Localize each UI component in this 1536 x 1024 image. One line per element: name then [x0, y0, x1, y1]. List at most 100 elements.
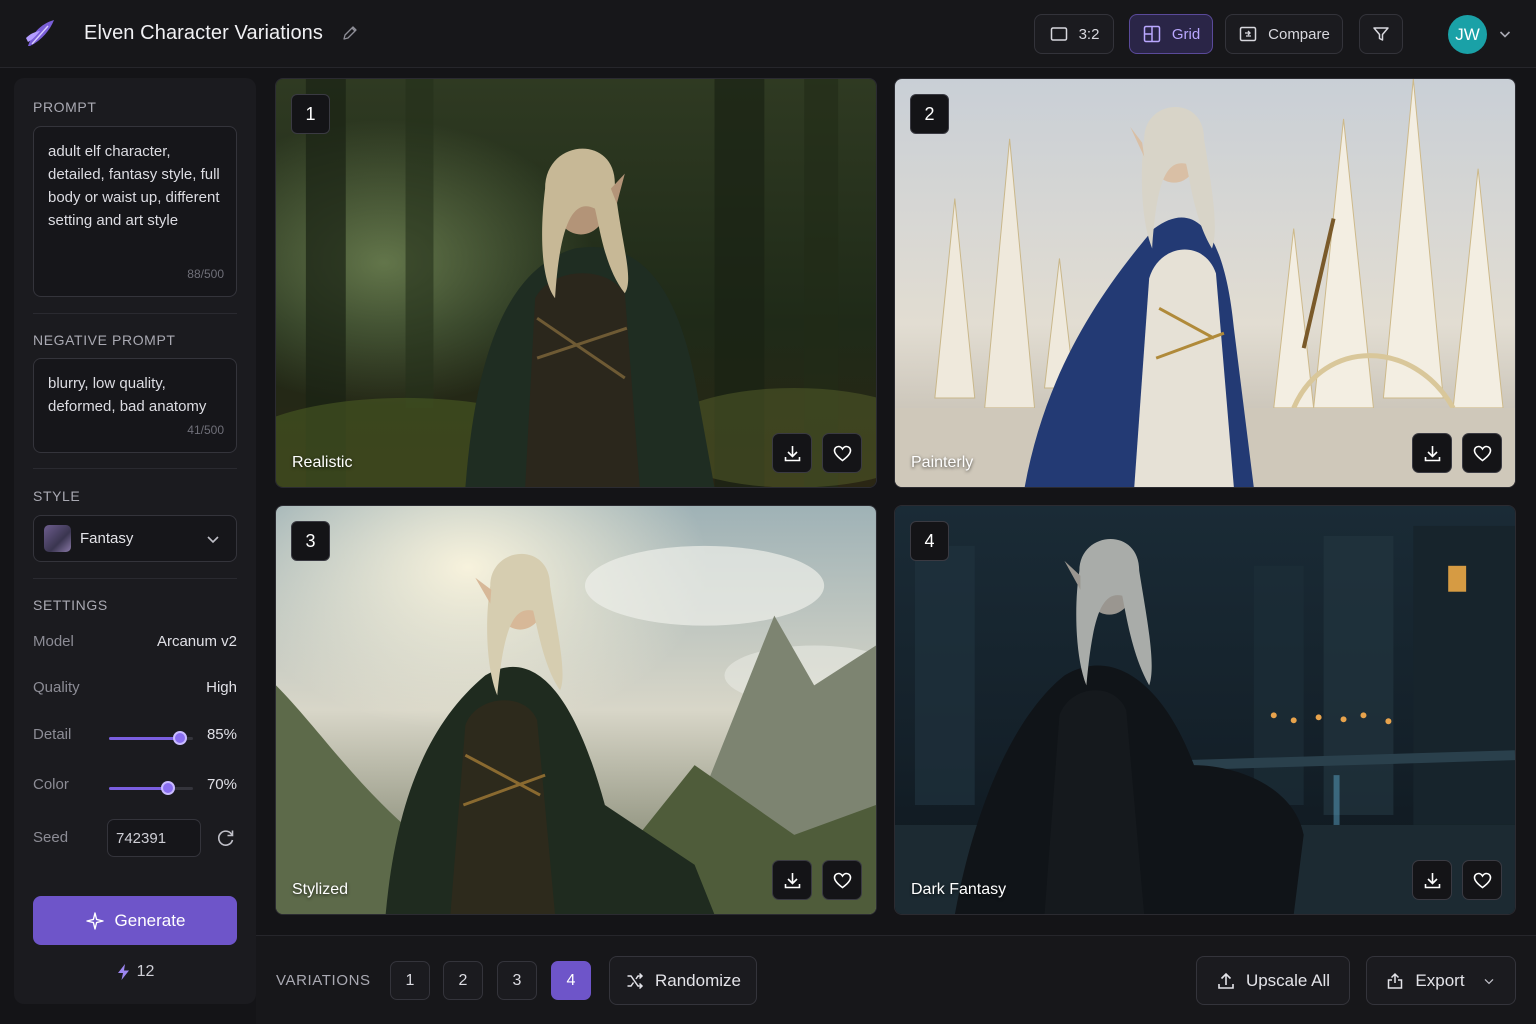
detail-slider-fill	[109, 737, 181, 740]
divider	[33, 578, 237, 579]
variation-button-4[interactable]: 4	[551, 961, 591, 1000]
chevron-down-icon	[1484, 978, 1494, 984]
image-number-badge: 4	[910, 521, 949, 561]
prompt-textarea[interactable]: adult elf character, detailed, fantasy s…	[33, 126, 237, 297]
generate-label: Generate	[114, 910, 186, 930]
project-title: Elven Character Variations	[84, 22, 324, 44]
image-style-caption: Painterly	[911, 454, 974, 471]
filter-button[interactable]	[1359, 14, 1403, 54]
image-style-caption: Realistic	[292, 454, 353, 471]
heart-icon	[1473, 445, 1491, 461]
export-label: Export	[1415, 970, 1465, 990]
model-label: Model	[33, 633, 74, 650]
app-logo-icon[interactable]	[22, 16, 58, 52]
seed-label: Seed	[33, 829, 69, 846]
image-number-badge: 1	[291, 94, 330, 134]
style-thumbnail	[44, 525, 71, 552]
compare-button[interactable]: Compare	[1225, 14, 1343, 54]
image-card-1[interactable]: 1 Realistic	[275, 78, 877, 488]
sparkle-icon	[85, 911, 104, 930]
user-avatar[interactable]: JW	[1448, 15, 1487, 54]
image-card-4[interactable]: 4 Dark Fantasy	[894, 505, 1516, 915]
export-button[interactable]: Export	[1366, 956, 1516, 1005]
image-number-badge: 2	[910, 94, 949, 134]
detail-slider-handle[interactable]	[173, 731, 188, 745]
color-slider-fill	[109, 787, 168, 790]
download-icon	[1424, 872, 1440, 888]
color-label: Color	[33, 776, 69, 793]
divider	[33, 313, 237, 314]
style-select-value: Fantasy	[80, 530, 134, 547]
color-slider-handle[interactable]	[160, 781, 175, 795]
seed-input[interactable]	[107, 819, 201, 857]
shuffle-icon	[627, 972, 644, 989]
aspect-ratio-icon	[1050, 27, 1067, 41]
color-row: Color 70%	[33, 776, 237, 800]
aspect-ratio-label: 3:2	[1078, 25, 1100, 43]
favorite-button[interactable]	[822, 860, 862, 900]
randomize-button[interactable]: Randomize	[609, 956, 757, 1005]
settings-label: SETTINGS	[33, 597, 108, 613]
randomize-label: Randomize	[655, 970, 741, 990]
style-label: STYLE	[33, 488, 81, 504]
heart-icon	[833, 872, 851, 888]
compare-icon	[1239, 26, 1257, 42]
variations-bar: VARIATIONS 1 2 3 4 Randomize Upscale All…	[256, 935, 1536, 1024]
variation-button-3[interactable]: 3	[497, 961, 537, 1000]
upscale-all-button[interactable]: Upscale All	[1196, 956, 1350, 1005]
aspect-ratio-button[interactable]: 3:2	[1034, 14, 1114, 54]
generated-image-stylized	[276, 506, 876, 914]
quality-value: High	[206, 679, 237, 696]
image-card-3[interactable]: 3 Stylized	[275, 505, 877, 915]
download-icon	[784, 445, 800, 461]
filter-icon	[1373, 27, 1389, 41]
upload-icon	[1218, 972, 1234, 989]
variation-button-2[interactable]: 2	[443, 961, 483, 1000]
lightning-bolt-icon	[117, 964, 129, 980]
download-button[interactable]	[1412, 433, 1452, 473]
download-button[interactable]	[1412, 860, 1452, 900]
generated-image-painterly	[895, 79, 1515, 487]
randomize-seed-refresh-icon[interactable]	[215, 827, 237, 849]
app-header: Elven Character Variations 3:2 Grid Comp…	[0, 0, 1536, 68]
negative-prompt-textarea[interactable]: blurry, low quality, deformed, bad anato…	[33, 358, 237, 453]
negative-prompt-text: blurry, low quality, deformed, bad anato…	[48, 375, 207, 415]
edit-title-pencil-icon[interactable]	[341, 24, 359, 42]
credits-indicator: 12	[14, 963, 256, 981]
image-number-badge: 3	[291, 521, 330, 561]
grid-view-label: Grid	[1171, 25, 1201, 43]
account-chevron-down-icon[interactable]	[1497, 26, 1513, 42]
chevron-down-icon	[207, 536, 219, 544]
generated-image-realistic	[276, 79, 876, 487]
color-slider[interactable]	[109, 781, 193, 795]
negative-prompt-char-counter: 41/500	[187, 423, 224, 437]
credits-count: 12	[136, 963, 155, 980]
image-card-2[interactable]: 2 Painterly	[894, 78, 1516, 488]
settings-sidebar: PROMPT adult elf character, detailed, fa…	[14, 78, 256, 1004]
heart-icon	[1473, 872, 1491, 888]
grid-icon	[1143, 25, 1161, 43]
favorite-button[interactable]	[1462, 860, 1502, 900]
grid-view-button[interactable]: Grid	[1129, 14, 1213, 54]
detail-label: Detail	[33, 726, 72, 743]
model-row[interactable]: Model Arcanum v2	[33, 633, 237, 657]
image-style-caption: Stylized	[292, 881, 349, 898]
download-button[interactable]	[772, 433, 812, 473]
style-select[interactable]: Fantasy	[33, 515, 237, 562]
download-icon	[784, 872, 800, 888]
detail-slider[interactable]	[109, 731, 193, 745]
download-button[interactable]	[772, 860, 812, 900]
color-value: 70%	[206, 776, 237, 793]
favorite-button[interactable]	[822, 433, 862, 473]
image-style-caption: Dark Fantasy	[911, 881, 1007, 898]
favorite-button[interactable]	[1462, 433, 1502, 473]
variations-label: VARIATIONS	[276, 972, 371, 989]
export-icon	[1388, 972, 1403, 989]
download-icon	[1424, 445, 1440, 461]
variation-button-1[interactable]: 1	[390, 961, 430, 1000]
generate-button[interactable]: Generate	[33, 896, 237, 945]
generated-image-dark-fantasy	[895, 506, 1515, 914]
quality-row[interactable]: Quality High	[33, 679, 237, 703]
detail-row: Detail 85%	[33, 726, 237, 750]
compare-label: Compare	[1268, 25, 1330, 43]
